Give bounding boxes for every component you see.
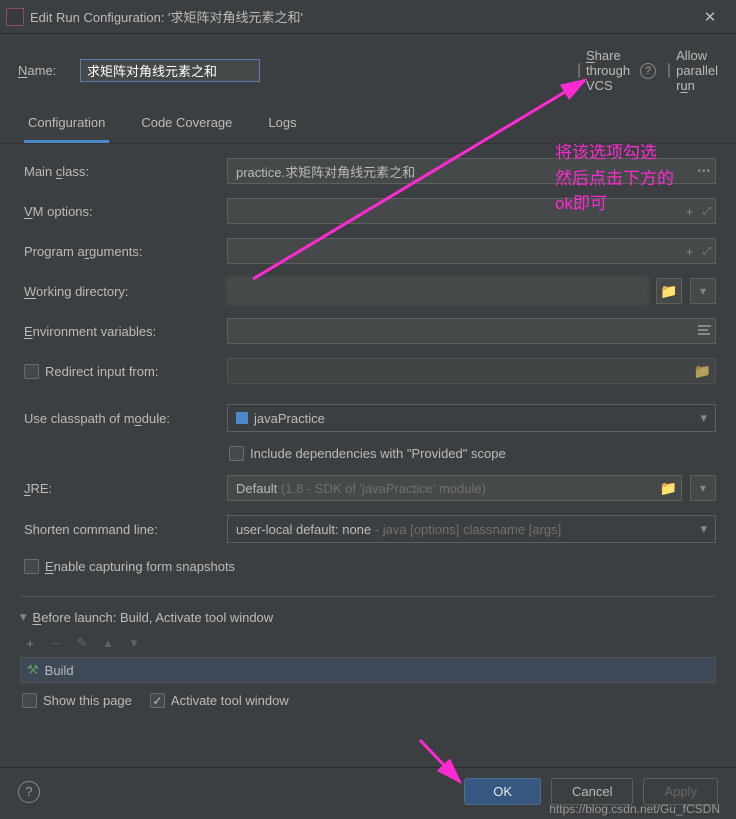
chevron-down-icon: ▾ [20,609,27,625]
cancel-button[interactable]: Cancel [551,778,633,805]
show-page-checkbox[interactable]: Show this page [22,693,132,708]
module-icon [236,412,248,424]
window-title: Edit Run Configuration: '求矩阵对角线元素之和' [24,7,690,26]
before-launch-header[interactable]: ▾ Before launch: Build, Activate tool wi… [20,609,716,633]
vm-options-label: VM options: [24,204,219,219]
expand-icon[interactable]: + [686,244,694,259]
expand-icon[interactable]: + [686,204,694,219]
close-icon[interactable]: ✕ [690,3,730,31]
fullscreen-icon[interactable]: ⤢ [703,246,711,257]
dropdown-button[interactable]: ▾ [690,278,716,304]
program-args-label: Program arguments: [24,244,219,259]
dropdown-button[interactable]: ▾ [690,475,716,501]
help-button[interactable]: ? [18,781,40,803]
folder-icon[interactable]: 📁 [694,363,711,380]
help-icon[interactable]: ? [640,63,656,79]
parallel-checkbox[interactable]: Allow parallel run [668,48,718,93]
shorten-label: Shorten command line: [24,522,219,537]
share-checkbox[interactable]: SShare through VCShare through VCS [578,48,628,93]
shorten-dropdown[interactable]: user-local default: none - java [options… [227,515,716,543]
add-icon[interactable]: + [22,636,38,651]
tab-logs[interactable]: Logs [264,109,300,143]
working-dir-field[interactable] [227,278,648,304]
chevron-down-icon: ▾ [700,521,707,537]
redirect-checkbox[interactable]: Redirect input from: [24,364,219,379]
up-icon[interactable]: ▴ [100,635,116,651]
jre-label: JRE: [24,481,219,496]
down-icon[interactable]: ▾ [126,635,142,651]
tab-coverage[interactable]: Code Coverage [137,109,236,143]
redirect-field[interactable]: 📁 [227,358,716,384]
folder-icon[interactable]: 📁 [660,480,677,497]
chevron-down-icon: ▾ [700,410,707,426]
main-class-label: Main class: [24,164,219,179]
build-task-item[interactable]: ⚒ Build [20,657,716,683]
jre-field[interactable]: Default (1.8 - SDK of 'javaPractice' mod… [227,475,682,501]
module-dropdown[interactable]: javaPractice ▾ [227,404,716,432]
env-vars-label: Environment variables: [24,324,219,339]
main-class-field[interactable]: practice.求矩阵对角线元素之和 ••• [227,158,716,184]
folder-icon[interactable]: 📁 [656,278,682,304]
tab-configuration[interactable]: Configuration [24,109,109,143]
name-input[interactable] [80,59,260,82]
apply-button[interactable]: Apply [643,778,718,805]
fullscreen-icon[interactable]: ⤢ [703,206,711,217]
classpath-label: Use classpath of module: [24,411,219,426]
ok-button[interactable]: OK [464,778,541,805]
program-args-field[interactable]: + ⤢ [227,238,716,264]
activate-tool-checkbox[interactable]: Activate tool window [150,693,289,708]
browse-icon[interactable]: ••• [697,166,711,177]
edit-icon[interactable]: ✎ [74,635,90,651]
vm-options-field[interactable]: + ⤢ [227,198,716,224]
env-vars-field[interactable] [227,318,716,344]
snapshots-checkbox[interactable]: Enable capturing form snapshots [24,559,716,574]
include-deps-checkbox[interactable]: Include dependencies with "Provided" sco… [229,446,716,461]
watermark: https://blog.csdn.net/Gu_fCSDN [549,802,720,816]
app-icon [6,8,24,26]
list-icon[interactable] [698,325,711,337]
name-label: Name: [18,63,68,78]
tab-bar: Configuration Code Coverage Logs [0,103,736,144]
working-dir-label: Working directory: [24,284,219,299]
remove-icon[interactable]: − [48,636,64,651]
hammer-icon: ⚒ [27,662,39,678]
